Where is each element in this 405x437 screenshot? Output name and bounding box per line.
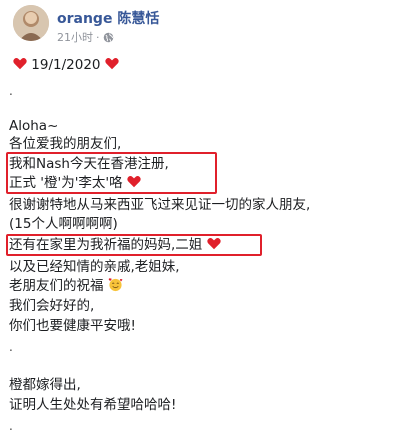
heart-icon xyxy=(13,58,27,70)
post-line-with-heart: 还有在家里为我祈福的妈妈,二姐 xyxy=(9,236,221,254)
post-line-with-emoji: 老朋友们的祝福 xyxy=(9,277,123,295)
post-meta: 21小时 · xyxy=(57,29,114,45)
facebook-post: orange 陈慧恬 21小时 · 19/1/2020 . Aloha~ 各位爱… xyxy=(0,0,405,437)
date-line: 19/1/2020 xyxy=(13,56,119,74)
heart-icon xyxy=(127,176,141,188)
avatar[interactable] xyxy=(13,5,49,41)
post-line-text: 正式 '橙'为'李太'咯 xyxy=(9,175,123,191)
meta-separator: · xyxy=(96,30,100,44)
heart-icon xyxy=(105,58,119,70)
post-line: 我和Nash今天在香港注册, xyxy=(9,156,169,172)
post-line: 以及已经知情的亲戚,老姐妹, xyxy=(9,259,180,275)
avatar-image xyxy=(13,5,49,41)
post-date: 19/1/2020 xyxy=(31,57,101,73)
dot-separator: . xyxy=(9,340,13,354)
post-line: 我们会好好的, xyxy=(9,298,95,314)
post-line: (15个人啊啊啊啊) xyxy=(9,216,118,232)
dot-separator: . xyxy=(9,84,13,98)
author-name[interactable]: orange 陈慧恬 xyxy=(57,8,159,28)
heart-icon xyxy=(206,238,221,250)
post-line-with-heart: 正式 '橙'为'李太'咯 xyxy=(9,174,141,192)
post-line-text: 还有在家里为我祈福的妈妈,二姐 xyxy=(9,237,203,253)
dot-separator: . xyxy=(9,419,13,433)
post-line: 各位爱我的朋友们, xyxy=(9,136,122,152)
globe-icon[interactable] xyxy=(103,32,114,43)
greeting: Aloha~ xyxy=(9,118,59,134)
smiling-face-with-hearts-icon xyxy=(108,278,123,292)
post-line: 橙都嫁得出, xyxy=(9,377,81,393)
post-line: 你们也要健康平安哦! xyxy=(9,318,136,334)
post-line-text: 老朋友们的祝福 xyxy=(9,278,104,294)
post-line: 证明人生处处有希望哈哈哈! xyxy=(9,397,177,413)
post-timestamp[interactable]: 21小时 xyxy=(57,29,93,45)
post-line: 很谢谢特地从马来西亚飞过来见证一切的家人朋友, xyxy=(9,197,311,213)
